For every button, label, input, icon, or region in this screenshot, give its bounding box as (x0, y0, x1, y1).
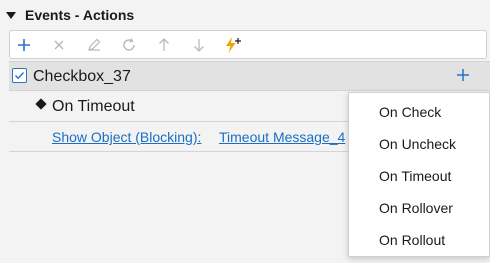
action-type-link[interactable]: Show Object (Blocking): (52, 129, 201, 146)
x-icon (54, 40, 64, 50)
event-row[interactable]: On Timeout (9, 92, 349, 122)
event-name: On Timeout (52, 98, 135, 115)
collapse-caret-icon[interactable] (6, 12, 16, 19)
object-name: Checkbox_37 (33, 68, 131, 85)
delete-button[interactable] (49, 36, 69, 54)
refresh-icon (123, 38, 135, 51)
event-dropdown-menu: On Check On Uncheck On Timeout On Rollov… (348, 92, 490, 257)
move-up-button[interactable] (154, 36, 174, 54)
refresh-button[interactable] (119, 36, 139, 54)
move-down-button[interactable] (189, 36, 209, 54)
menu-item-on-check[interactable]: On Check (379, 104, 441, 121)
menu-item-on-uncheck[interactable]: On Uncheck (379, 136, 456, 153)
menu-item-on-timeout[interactable]: On Timeout (379, 168, 451, 185)
actions-toolbar (9, 30, 487, 59)
diamond-bullet-icon (35, 98, 47, 110)
menu-item-on-rollout[interactable]: On Rollout (379, 232, 445, 249)
arrow-down-icon (194, 39, 204, 52)
action-target-link[interactable]: Timeout Message_4 (219, 129, 345, 146)
plus-icon (18, 39, 30, 51)
add-event-trigger-button[interactable] (455, 67, 473, 85)
checkmark-icon (15, 72, 25, 80)
add-button[interactable] (14, 36, 34, 54)
lightning-plus-icon (226, 37, 241, 53)
arrow-up-icon (159, 38, 169, 51)
menu-item-on-rollover[interactable]: On Rollover (379, 200, 453, 217)
object-checkbox[interactable] (12, 68, 27, 83)
action-row: Show Object (Blocking): Timeout Message_… (9, 123, 349, 152)
object-row[interactable]: Checkbox_37 (9, 61, 490, 91)
pencil-icon (88, 38, 101, 51)
edit-button[interactable] (84, 36, 104, 54)
plus-icon (457, 69, 469, 81)
section-header[interactable]: Events - Actions (0, 0, 490, 30)
section-title: Events - Actions (25, 7, 135, 23)
add-event-button[interactable] (223, 36, 243, 54)
